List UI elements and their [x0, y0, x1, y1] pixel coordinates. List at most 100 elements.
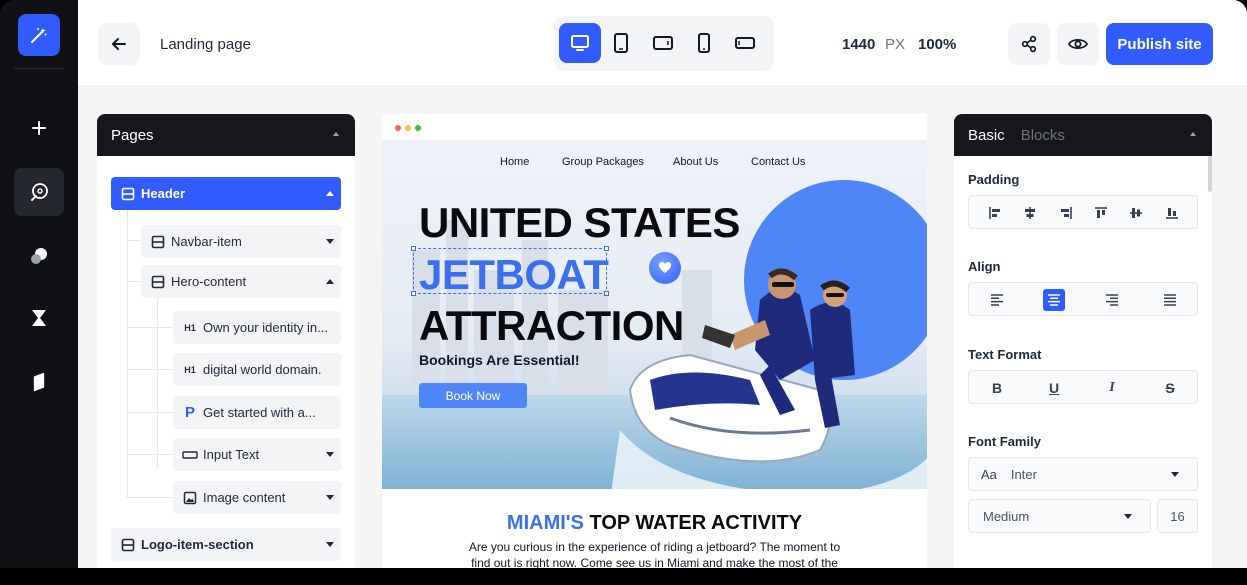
- paragraph-icon: P: [184, 404, 195, 421]
- window-maximize-dot: [415, 125, 421, 131]
- tree-item-input-text[interactable]: Input Text: [173, 438, 341, 471]
- tab-blocks[interactable]: Blocks: [1021, 127, 1065, 144]
- app-surface: Landing page 1440 PX 100% Publish site P…: [78, 0, 1247, 568]
- plus-icon[interactable]: [14, 104, 64, 152]
- hourglass-icon[interactable]: [14, 294, 64, 342]
- shapes-icon[interactable]: [14, 232, 64, 280]
- paint-icon[interactable]: [14, 168, 64, 216]
- padding-label: Padding: [968, 172, 1020, 187]
- canvas-width-value[interactable]: 1440: [842, 36, 875, 53]
- desktop-icon: [571, 35, 589, 51]
- properties-panel: Basic Blocks Padding Align Text Format B…: [954, 114, 1212, 568]
- hero-title-line-1[interactable]: UNITED STATES: [419, 202, 740, 244]
- strikethrough-button[interactable]: S: [1159, 377, 1181, 399]
- hero-subtitle[interactable]: Bookings Are Essential!: [419, 352, 580, 368]
- resize-handle[interactable]: [411, 291, 416, 296]
- tree-guide: [157, 298, 158, 468]
- device-switcher: [554, 16, 774, 71]
- text-align-center-icon[interactable]: [1043, 289, 1065, 311]
- text-format-label: Text Format: [968, 347, 1042, 362]
- properties-panel-header: Basic Blocks: [954, 114, 1212, 156]
- zoom-level[interactable]: 100%: [918, 36, 956, 53]
- tree-item-hero-content[interactable]: Hero-content: [141, 265, 341, 298]
- italic-button[interactable]: I: [1101, 377, 1123, 399]
- magic-wand-icon[interactable]: [18, 14, 60, 56]
- chevron-down-icon[interactable]: [319, 495, 341, 500]
- chevron-down-icon[interactable]: [319, 239, 341, 244]
- text-align-justify-icon[interactable]: [1159, 289, 1181, 311]
- heart-icon[interactable]: [649, 252, 681, 284]
- nav-link-home[interactable]: Home: [500, 156, 529, 168]
- book-now-button[interactable]: Book Now: [419, 383, 527, 408]
- chevron-down-icon[interactable]: [319, 452, 341, 457]
- align-left-edge-icon[interactable]: [984, 202, 1006, 224]
- padding-control: [968, 195, 1198, 229]
- tablet-landscape-device-button[interactable]: [642, 23, 684, 63]
- align-horizontal-center-icon[interactable]: [1019, 202, 1041, 224]
- section-title-rest: TOP WATER ACTIVITY: [583, 512, 803, 534]
- section-icon: [145, 275, 171, 289]
- tab-basic[interactable]: Basic: [968, 127, 1005, 144]
- image-icon: [177, 491, 203, 505]
- tree-item-logo-section[interactable]: Logo-item-section: [111, 528, 341, 561]
- font-family-select[interactable]: Aa Inter: [968, 457, 1198, 491]
- tree-item-navbar[interactable]: Navbar-item: [141, 225, 341, 258]
- rail-divider: [14, 68, 64, 69]
- section-icon: [115, 187, 141, 201]
- hero-section[interactable]: Home Group Packages About Us Contact Us: [382, 140, 927, 489]
- chevron-down-icon[interactable]: [319, 542, 341, 547]
- bold-button[interactable]: B: [986, 377, 1008, 399]
- align-vertical-center-icon[interactable]: [1125, 202, 1147, 224]
- underline-button[interactable]: U: [1043, 377, 1065, 399]
- pages-panel-title: Pages: [111, 126, 154, 144]
- font-size-input[interactable]: 16: [1157, 499, 1198, 533]
- bottom-strip: [0, 568, 1247, 585]
- collapse-caret-icon[interactable]: [1190, 132, 1196, 136]
- text-align-left-icon[interactable]: [986, 289, 1008, 311]
- tree-item-image-content[interactable]: Image content: [173, 481, 341, 514]
- tree-item-h1-identity[interactable]: H1 Own your identity in...: [173, 311, 341, 344]
- tree-item-paragraph[interactable]: P Get started with a...: [173, 396, 341, 429]
- pages-panel-header[interactable]: Pages: [97, 114, 355, 156]
- publish-site-button[interactable]: Publish site: [1106, 23, 1213, 65]
- desktop-device-button[interactable]: [559, 23, 601, 63]
- resize-handle[interactable]: [411, 246, 416, 251]
- align-bottom-edge-icon[interactable]: [1161, 202, 1183, 224]
- top-bar: Landing page 1440 PX 100% Publish site: [78, 0, 1247, 87]
- eye-icon: [1068, 38, 1088, 50]
- resize-handle[interactable]: [604, 246, 609, 251]
- tree-item-h1-domain[interactable]: H1 digital world domain.: [173, 353, 341, 386]
- canvas-preview[interactable]: Home Group Packages About Us Contact Us: [382, 114, 927, 568]
- font-weight-select[interactable]: Medium: [968, 499, 1151, 533]
- tablet-device-button[interactable]: [600, 23, 642, 63]
- back-button[interactable]: [98, 23, 140, 65]
- nav-link-group-packages[interactable]: Group Packages: [562, 156, 644, 168]
- collapse-caret-icon[interactable]: [333, 132, 339, 136]
- align-top-edge-icon[interactable]: [1090, 202, 1112, 224]
- arrow-left-icon: [112, 38, 126, 50]
- section-icon: [115, 538, 141, 552]
- nav-link-about[interactable]: About Us: [673, 156, 718, 168]
- chevron-up-icon[interactable]: [319, 279, 341, 284]
- resize-handle[interactable]: [604, 291, 609, 296]
- eraser-icon[interactable]: [14, 358, 64, 406]
- preview-button[interactable]: [1057, 23, 1099, 65]
- nav-link-contact[interactable]: Contact Us: [751, 156, 805, 168]
- section-title[interactable]: MIAMI'S TOP WATER ACTIVITY: [382, 512, 927, 535]
- tree-guide: [127, 327, 173, 328]
- align-label: Align: [968, 259, 1001, 274]
- align-right-edge-icon[interactable]: [1055, 202, 1077, 224]
- tree-guide: [127, 369, 173, 370]
- text-align-right-icon[interactable]: [1101, 289, 1123, 311]
- mobile-landscape-device-button[interactable]: [724, 23, 766, 63]
- mobile-landscape-icon: [735, 37, 755, 49]
- hero-title-line-3[interactable]: ATTRACTION: [419, 305, 684, 347]
- tree-item-header[interactable]: Header: [111, 177, 341, 210]
- chevron-up-icon[interactable]: [319, 191, 341, 196]
- panel-scrollbar[interactable]: [1208, 156, 1212, 192]
- page-name[interactable]: Landing page: [160, 36, 251, 53]
- tree-guide: [127, 281, 141, 282]
- section-body-text[interactable]: Are you curious in the experience of rid…: [462, 539, 847, 568]
- mobile-device-button[interactable]: [683, 23, 725, 63]
- share-button[interactable]: [1008, 23, 1050, 65]
